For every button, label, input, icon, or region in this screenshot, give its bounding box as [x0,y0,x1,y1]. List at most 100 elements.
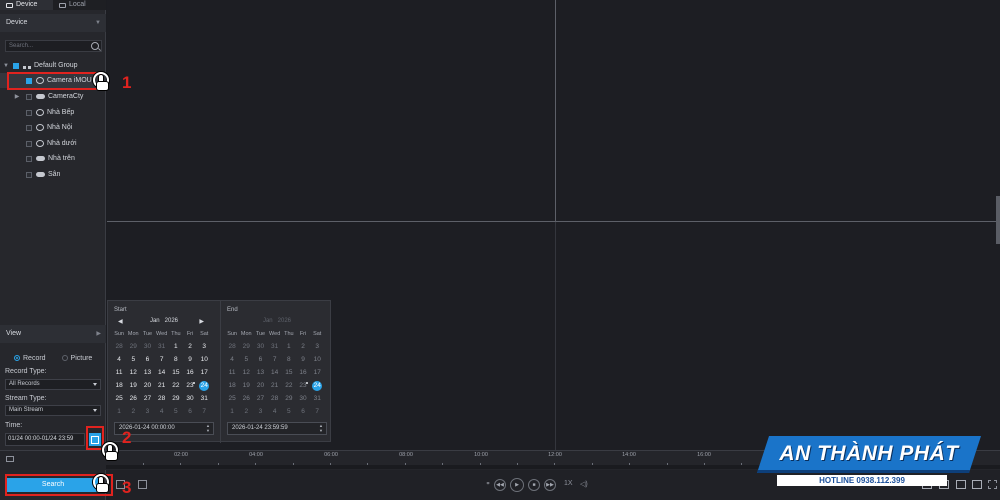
calendar-day[interactable]: 31 [268,340,282,353]
calendar-day[interactable]: 7 [197,405,211,418]
calendar-day[interactable]: 12 [239,366,253,379]
device-checkbox[interactable] [26,155,32,162]
spinner-icon[interactable]: ▲ ▼ [206,423,210,433]
calendar-day[interactable]: 7 [268,353,282,366]
calendar-day[interactable]: 14 [268,366,282,379]
calendar-day[interactable]: 20 [253,379,267,392]
collapse-icon[interactable]: ▶ [96,325,101,343]
calendar-day[interactable]: 6 [140,353,154,366]
calendar-day[interactable]: 22 [169,379,183,392]
calendar-day[interactable]: 5 [126,353,140,366]
device-section-title[interactable]: Device ▼ [0,14,106,32]
calendar-day[interactable]: 27 [140,392,154,405]
calendar-year[interactable]: 2026 [165,318,178,324]
calendar-day[interactable]: 2 [296,340,310,353]
calendar-day[interactable]: 5 [239,353,253,366]
calendar-day[interactable]: 29 [169,392,183,405]
calendar-day[interactable]: 31 [197,392,211,405]
calendar-day[interactable]: 26 [126,392,140,405]
radio-record[interactable]: Record [14,355,46,362]
calendar-day[interactable]: 1 [169,340,183,353]
calendar-day[interactable]: 21 [268,379,282,392]
calendar-day[interactable]: 26 [239,392,253,405]
spinner-icon[interactable]: ▲ ▼ [319,423,323,433]
tree-item-camera-cty[interactable]: ▶ CameraCty [0,89,106,104]
calendar-day[interactable]: 8 [282,353,296,366]
calendar-day[interactable]: 30 [296,392,310,405]
calendar-day[interactable]: 19 [126,379,140,392]
tree-group-default[interactable]: ▼ Default Group [0,58,106,73]
calendar-day[interactable]: 22 [282,379,296,392]
calendar-day[interactable]: 31 [155,340,169,353]
calendar-day[interactable]: 6 [296,405,310,418]
calendar-day[interactable]: 28 [225,340,239,353]
calendar-day[interactable]: 25 [112,392,126,405]
calendar-day[interactable]: 9 [296,353,310,366]
calendar-day[interactable]: 15 [282,366,296,379]
expand-arrow-icon[interactable]: ▶ [13,93,21,100]
rewind-icon[interactable]: ◀◀ [494,479,506,491]
tab-local[interactable]: Local [53,0,106,10]
calendar-day[interactable]: 11 [112,366,126,379]
export-icon[interactable] [138,480,147,489]
calendar-day[interactable]: 9 [183,353,197,366]
calendar-day[interactable]: 28 [112,340,126,353]
calendar-day[interactable]: 4 [225,353,239,366]
calendar-day[interactable]: 3 [197,340,211,353]
calendar-day[interactable]: 23 [296,379,310,392]
stream-type-select[interactable]: Main Stream [5,405,101,416]
calendar-day[interactable]: 7 [155,353,169,366]
tab-device[interactable]: Device [0,0,53,10]
calendar-day[interactable]: 3 [310,340,324,353]
calendar-day[interactable]: 4 [112,353,126,366]
clip-icon[interactable]: ⌗ [482,479,494,491]
fast-forward-icon[interactable]: ▶▶ [544,479,556,491]
calendar-day[interactable]: 19 [239,379,253,392]
calendar-day[interactable]: 21 [155,379,169,392]
calendar-day[interactable]: 1 [112,405,126,418]
device-checkbox[interactable] [26,140,32,147]
device-checkbox[interactable] [26,93,32,100]
radio-dot[interactable] [14,355,20,362]
calendar-day[interactable]: 6 [253,353,267,366]
group-checkbox[interactable] [13,62,19,69]
play-icon[interactable]: ▶ [510,478,524,492]
device-search-input[interactable]: Search... [5,40,102,52]
calendar-day[interactable]: 28 [268,392,282,405]
calendar-day[interactable]: 3 [253,405,267,418]
radio-picture[interactable]: Picture [61,355,92,362]
calendar-day[interactable]: 17 [310,366,324,379]
calendar-day[interactable]: 10 [197,353,211,366]
radio-dot[interactable] [61,355,68,362]
collapse-icon[interactable]: ▼ [95,14,101,32]
time-range-input[interactable]: 01/24 00:00-01/24 23:59 [5,433,85,446]
device-checkbox[interactable] [26,124,32,131]
calendar-day[interactable]: 24 [310,379,324,392]
volume-icon[interactable]: ◁) [580,480,588,488]
calendar-day[interactable]: 5 [169,405,183,418]
calendar-day[interactable]: 4 [268,405,282,418]
calendar-day[interactable]: 23 [183,379,197,392]
tree-item-nha-duoi[interactable]: Nhà dưới [0,136,106,151]
timeline-toggle-icon[interactable] [6,456,14,462]
calendar-day[interactable]: 18 [112,379,126,392]
tree-item-nha-tren[interactable]: Nhà trên [0,151,106,166]
calendar-day[interactable]: 24 [197,379,211,392]
calendar-day[interactable]: 28 [155,392,169,405]
calendar-day[interactable]: 2 [126,405,140,418]
calendar-day[interactable]: 20 [140,379,154,392]
calendar-day[interactable]: 30 [253,340,267,353]
calendar-month[interactable]: Jan [150,318,160,324]
calendar-day[interactable]: 13 [253,366,267,379]
calendar-day[interactable]: 31 [310,392,324,405]
calendar-day[interactable]: 12 [126,366,140,379]
tree-item-san[interactable]: Sân [0,167,106,182]
calendar-day[interactable]: 1 [282,340,296,353]
calendar-day[interactable]: 5 [282,405,296,418]
view-section-title[interactable]: View ▶ [0,325,106,343]
calendar-day[interactable]: 14 [155,366,169,379]
calendar-day[interactable]: 3 [140,405,154,418]
calendar-day[interactable]: 29 [239,340,253,353]
calendar-day[interactable]: 15 [169,366,183,379]
calendar-day[interactable]: 2 [239,405,253,418]
